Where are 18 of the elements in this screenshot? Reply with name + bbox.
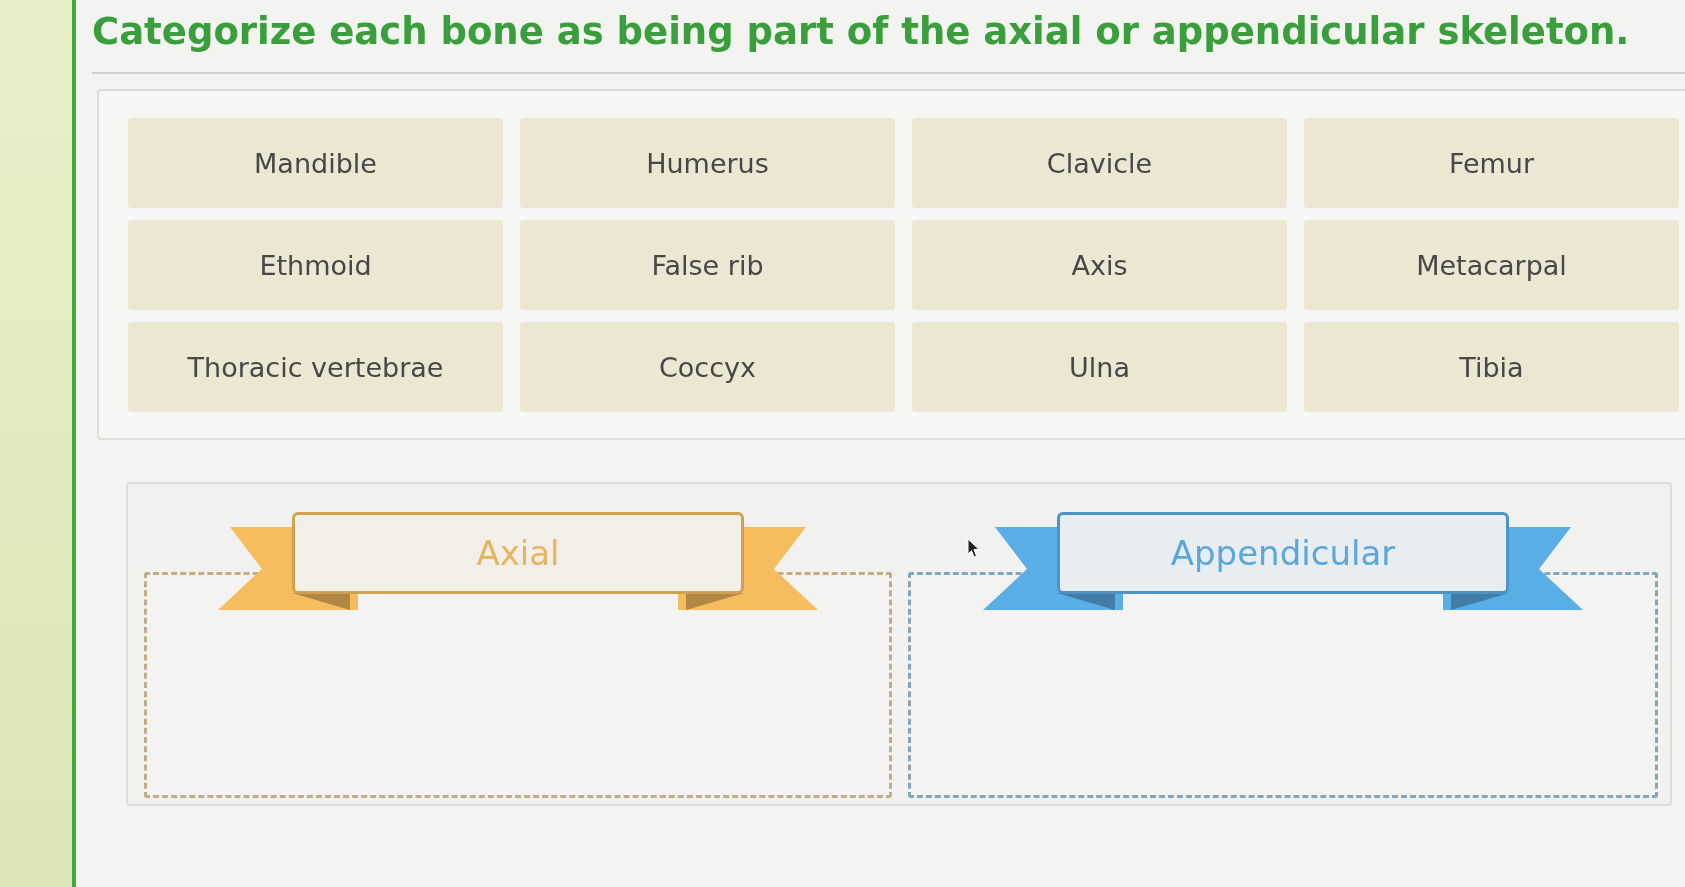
- bone-card[interactable]: Tibia: [1304, 322, 1679, 412]
- drop-zone[interactable]: [908, 572, 1658, 798]
- bone-card[interactable]: Coccyx: [520, 322, 895, 412]
- cursor-icon: [967, 538, 981, 558]
- instruction-title: Categorize each bone as being part of the axial or appendicular skeleton.: [92, 9, 1631, 55]
- bone-card[interactable]: Metacarpal: [1304, 220, 1679, 310]
- bone-card[interactable]: Ethmoid: [128, 220, 503, 310]
- category-heading: Appendicular: [1057, 512, 1509, 594]
- bone-card[interactable]: Femur: [1304, 118, 1679, 208]
- bone-card[interactable]: Mandible: [128, 118, 503, 208]
- bone-card[interactable]: False rib: [520, 220, 895, 310]
- bone-card[interactable]: Ulna: [912, 322, 1287, 412]
- bone-card[interactable]: Clavicle: [912, 118, 1287, 208]
- drop-zone[interactable]: [144, 572, 892, 798]
- bone-card[interactable]: Thoracic vertebrae: [128, 322, 503, 412]
- bone-card[interactable]: Humerus: [520, 118, 895, 208]
- category-heading: Axial: [292, 512, 744, 594]
- bone-card[interactable]: Axis: [912, 220, 1287, 310]
